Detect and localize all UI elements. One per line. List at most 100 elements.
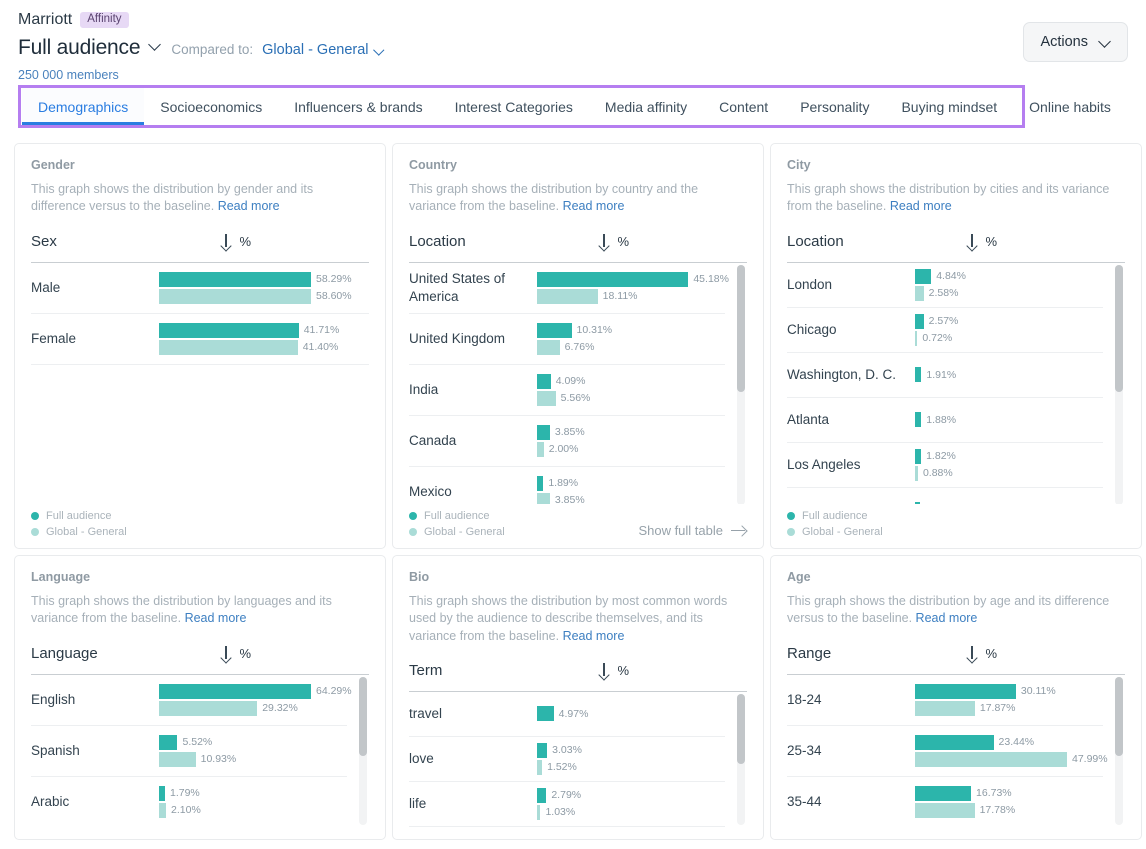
table-row[interactable]: Canada 3.85% 2.00%	[409, 416, 725, 467]
bar-rect	[915, 465, 918, 481]
row-label: Arabic	[31, 793, 70, 809]
scrollbar-track[interactable]	[1115, 264, 1123, 505]
tab-bar: Demographics Socioeconomics Influencers & …	[18, 85, 1111, 128]
table-row[interactable]: Arabic 1.79% 2.10%	[31, 777, 347, 827]
row-bars: 1.91%	[915, 367, 1103, 382]
bar-rect	[537, 271, 689, 287]
tab-interest-categories[interactable]: Interest Categories	[439, 88, 589, 125]
scrollbar-track[interactable]	[1115, 676, 1123, 825]
chevron-down-icon	[1099, 36, 1111, 48]
read-more-link[interactable]: Read more	[218, 199, 280, 213]
bar-rect	[537, 424, 550, 440]
sort-by-percent-control[interactable]: %	[220, 645, 369, 661]
table-row[interactable]: London 4.84% 2.58%	[787, 263, 1103, 308]
row-label: Washington, D. C.	[787, 366, 897, 382]
scrollbar-thumb[interactable]	[359, 676, 367, 756]
members-count[interactable]: 250 000 members	[18, 68, 1130, 82]
baseline-selector[interactable]: Global - General	[262, 42, 384, 58]
row-label: Mexico	[409, 483, 452, 499]
bar-value-label: 10.31%	[576, 324, 613, 336]
card-description: This graph shows the distribution by age…	[787, 593, 1125, 628]
bar-value-label: 17.87%	[979, 702, 1016, 714]
read-more-link[interactable]: Read more	[563, 629, 625, 643]
read-more-link[interactable]: Read more	[563, 199, 625, 213]
table-row[interactable]: 35-44 16.73% 17.78%	[787, 777, 1103, 827]
table-row[interactable]: Chicago 2.57% 0.72%	[787, 308, 1103, 353]
column-header-label: Location	[409, 232, 466, 250]
scrollbar-thumb[interactable]	[737, 693, 745, 764]
bar-value-label: 29.32%	[262, 702, 298, 714]
bar-rect	[915, 367, 922, 382]
scrollbar-thumb[interactable]	[737, 264, 745, 392]
row-label: India	[409, 381, 439, 397]
legend-dot-icon	[409, 528, 417, 536]
bar-baseline: 10.93%	[159, 751, 347, 767]
table-row[interactable]: 25-34 23.44% 47.99%	[787, 726, 1108, 777]
bar-rect	[537, 339, 560, 355]
sort-by-percent-control[interactable]: %	[598, 233, 747, 249]
read-more-link[interactable]: Read more	[185, 611, 247, 625]
sort-by-percent-control[interactable]: %	[966, 233, 1125, 249]
table-row[interactable]: life 2.79% 1.03%	[409, 782, 725, 827]
table-row[interactable]: Washington, D. C. 1.91%	[787, 353, 1103, 398]
table-row[interactable]: Spanish 5.52% 10.93%	[31, 726, 347, 777]
column-header-label: Range	[787, 644, 832, 662]
bar-rect	[537, 804, 541, 820]
table-rows: United States of America 45.18% 18.11% Unit…	[409, 263, 747, 507]
bar-full-audience: 2.79%	[537, 787, 725, 803]
row-bars: 1.82% 0.88%	[915, 448, 1103, 481]
table-header: Range%	[787, 645, 1125, 675]
tab-socioeconomics[interactable]: Socioeconomics	[144, 88, 278, 125]
table-row[interactable]: India 4.09% 5.56%	[409, 365, 725, 416]
scrollbar-track[interactable]	[359, 676, 367, 825]
scrollbar-thumb[interactable]	[1115, 676, 1123, 756]
legend-item-full-audience: Full audience	[409, 510, 505, 522]
tab-demographics[interactable]: Demographics	[22, 88, 145, 125]
table-row[interactable]: love 3.03% 1.52%	[409, 737, 725, 782]
card-language: Language This graph shows the distributio…	[14, 555, 386, 840]
table-rows: 18-24 30.11% 17.87% 25-34 23.44% 47.99% 35-44 1…	[787, 675, 1125, 827]
tab-buying-mindset[interactable]: Buying mindset	[885, 88, 1013, 125]
bar-baseline: 58.60%	[159, 288, 369, 304]
table-row[interactable]: Atlanta 1.88%	[787, 398, 1103, 443]
scrollbar-thumb[interactable]	[1115, 264, 1123, 392]
bar-rect	[915, 313, 924, 329]
bar-value-label: 5.52%	[182, 736, 213, 748]
table-row[interactable]: United States of America 45.18% 18.11%	[409, 263, 729, 314]
card-title: Language	[31, 570, 91, 584]
bar-full-audience: 1.91%	[915, 367, 1103, 382]
tab-influencers-brands[interactable]: Influencers & brands	[278, 88, 438, 125]
bar-value-label: 2.57%	[928, 315, 959, 327]
bar-baseline: 17.87%	[915, 700, 1103, 716]
read-more-link[interactable]: Read more	[916, 611, 978, 625]
sort-by-percent-control[interactable]: %	[966, 645, 1125, 661]
tab-online-habits[interactable]: Online habits	[1013, 88, 1127, 125]
table-row[interactable]: Los Angeles 1.82% 0.88%	[787, 443, 1103, 488]
tab-media-affinity[interactable]: Media affinity	[589, 88, 703, 125]
tab-content[interactable]: Content	[703, 88, 784, 125]
sort-by-percent-control[interactable]: %	[598, 662, 747, 678]
tab-personality[interactable]: Personality	[784, 88, 885, 125]
table-row[interactable]: English 64.29% 29.32%	[31, 675, 352, 726]
card-description-text: This graph shows the distribution by cou…	[409, 182, 699, 214]
scrollbar-track[interactable]	[737, 693, 745, 825]
table-row[interactable]: Female 41.71% 41.40%	[31, 314, 369, 365]
row-label: 18-24	[787, 691, 822, 707]
table-row[interactable]: Male 58.29% 58.60%	[31, 263, 369, 314]
chevron-down-icon[interactable]	[149, 39, 162, 52]
scrollbar-track[interactable]	[737, 264, 745, 505]
table-row[interactable]: United Kingdom 10.31% 6.76%	[409, 314, 725, 365]
table-row[interactable]: 18-24 30.11% 17.87%	[787, 675, 1103, 726]
table-row[interactable]: Mexico 1.89% 3.85%	[409, 467, 725, 507]
table-header: Location%	[409, 233, 747, 263]
actions-button[interactable]: Actions	[1023, 22, 1128, 62]
table-row[interactable]: travel 4.97%	[409, 692, 725, 737]
bar-value-label: 3.03%	[552, 744, 582, 757]
show-full-table-link[interactable]: Show full table	[638, 523, 747, 538]
bar-value-label: 4.09%	[555, 375, 586, 387]
row-bars: 45.18% 18.11%	[537, 271, 729, 304]
read-more-link[interactable]: Read more	[890, 199, 952, 213]
sort-by-percent-control[interactable]: %	[220, 233, 369, 249]
brand-name: Marriott	[18, 11, 73, 28]
row-bars: 10.31% 6.76%	[537, 322, 725, 355]
